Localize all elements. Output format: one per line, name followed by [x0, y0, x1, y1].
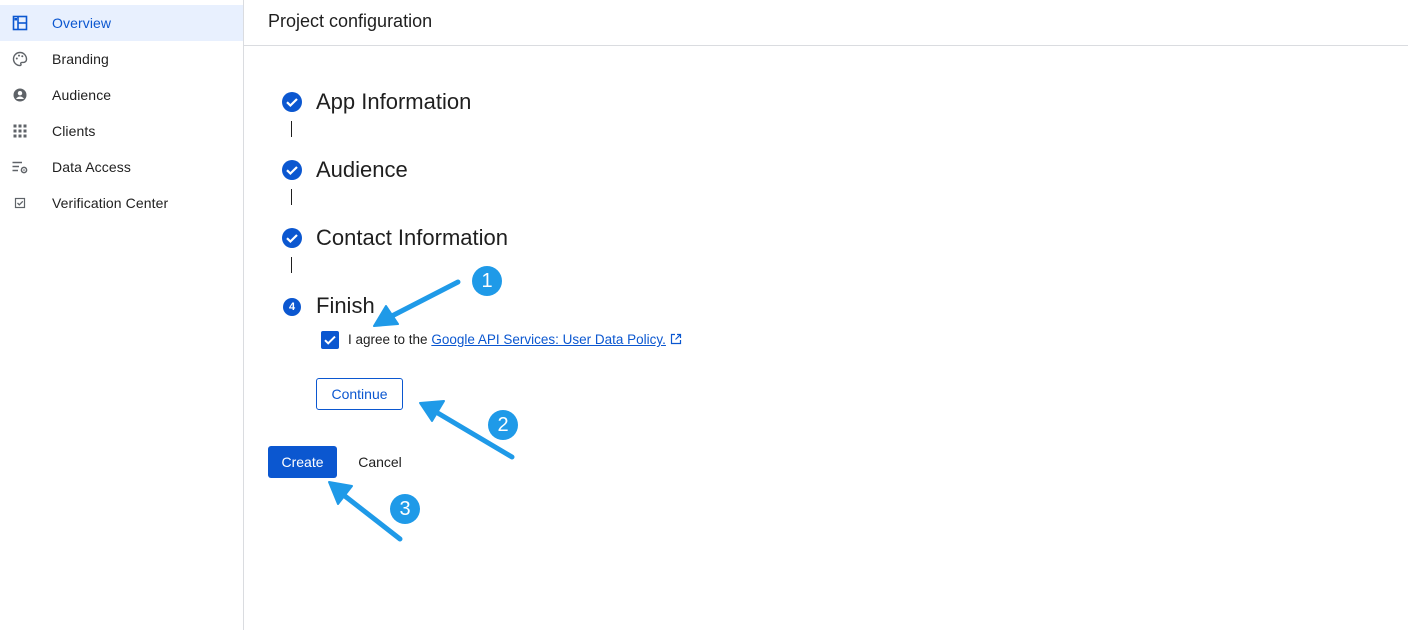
person-circle-icon — [13, 88, 27, 102]
agreement-prefix: I agree to the — [348, 332, 428, 347]
annotation-badge-2: 2 — [488, 410, 518, 440]
sidebar-item-branding[interactable]: Branding — [0, 41, 243, 77]
cancel-button[interactable]: Cancel — [345, 446, 415, 478]
sidebar-item-label: Data Access — [52, 159, 131, 175]
external-link-icon[interactable] — [670, 333, 682, 345]
annotation-badge-3: 3 — [390, 494, 420, 524]
step-number-badge: 4 — [283, 298, 301, 316]
page-header: Project configuration — [244, 0, 1408, 46]
sidebar-item-label: Clients — [52, 123, 96, 139]
annotation-arrowhead-3 — [328, 481, 353, 505]
annotation-arrow-1 — [385, 279, 461, 321]
sidebar-item-label: Audience — [52, 87, 112, 103]
check-circle-icon — [282, 160, 302, 180]
sidebar-item-label: Verification Center — [52, 195, 169, 211]
create-button[interactable]: Create — [268, 446, 337, 478]
step-connector — [291, 257, 292, 273]
step-title-finish: Finish — [316, 293, 375, 318]
sidebar: Overview Branding Audience Clients Data … — [0, 0, 244, 630]
annotation-arrowhead-2 — [419, 400, 445, 422]
sidebar-item-label: Overview — [52, 15, 112, 31]
step-connector — [291, 121, 292, 137]
check-circle-icon — [282, 92, 302, 112]
agreement-text: I agree to the Google API Services: User… — [348, 332, 682, 348]
policy-link[interactable]: Google API Services: User Data Policy. — [431, 332, 666, 347]
list-settings-icon — [12, 161, 28, 174]
page-title: Project configuration — [268, 11, 433, 31]
sidebar-item-data-access[interactable]: Data Access — [0, 149, 243, 185]
agree-checkbox[interactable] — [321, 331, 339, 349]
continue-button[interactable]: Continue — [316, 378, 403, 410]
apps-grid-icon — [13, 124, 27, 138]
step-title-contact-information: Contact Information — [316, 225, 508, 250]
annotation-arrowhead-1 — [373, 305, 399, 327]
sidebar-item-verification-center[interactable]: Verification Center — [0, 185, 243, 221]
sidebar-item-label: Branding — [52, 51, 109, 67]
annotation-badge-1: 1 — [472, 266, 502, 296]
step-title-app-information: App Information — [316, 89, 472, 114]
checkbox-icon — [14, 197, 26, 209]
sidebar-item-audience[interactable]: Audience — [0, 77, 243, 113]
step-connector — [291, 189, 292, 205]
step-title-audience: Audience — [316, 157, 408, 182]
check-circle-icon — [282, 228, 302, 248]
checkmark-icon — [324, 335, 336, 345]
sidebar-item-clients[interactable]: Clients — [0, 113, 243, 149]
palette-icon — [12, 51, 28, 67]
sidebar-item-overview[interactable]: Overview — [0, 5, 243, 41]
dashboard-icon — [12, 15, 28, 31]
